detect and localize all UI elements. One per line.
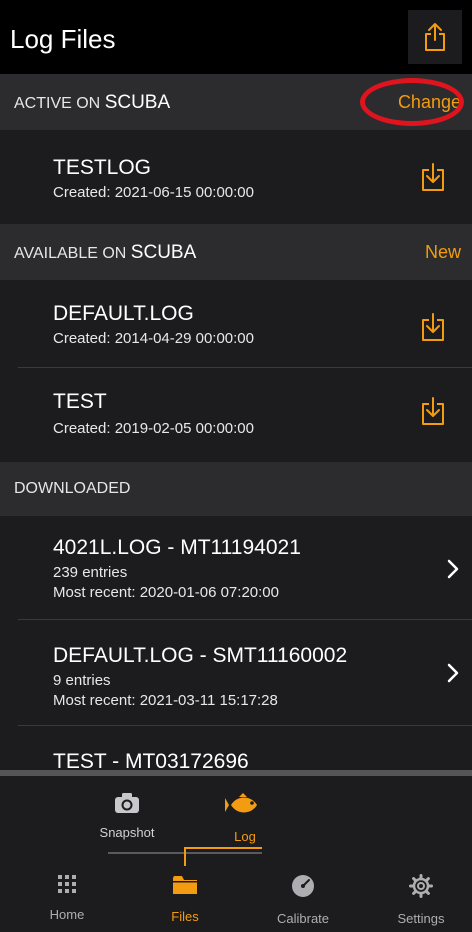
mode-log-label: Log — [234, 829, 256, 844]
downloaded-log-row[interactable]: DEFAULT.LOG - SMT11160002 9 entries Most… — [0, 620, 472, 726]
section-header-downloaded: DOWNLOADED — [0, 462, 472, 516]
tab-files-label: Files — [171, 909, 199, 924]
mode-connector — [184, 852, 186, 866]
tab-bar: Home Files Calibrate Settings — [0, 866, 472, 932]
section-title-downloaded: DOWNLOADED — [14, 480, 131, 497]
fish-icon — [223, 793, 257, 813]
mode-selector: Snapshot Log — [0, 776, 472, 866]
share-button[interactable] — [408, 10, 462, 64]
folder-icon — [173, 876, 197, 894]
log-name: TEST — [53, 390, 107, 413]
downloaded-log-row[interactable]: TEST - MT03172696 — [0, 726, 472, 776]
log-name: TESTLOG — [53, 156, 152, 179]
section-title-available: AVAILABLE ON SCUBA — [14, 242, 197, 263]
download-icon[interactable] — [420, 162, 446, 192]
tab-calibrate[interactable]: Calibrate — [258, 874, 348, 926]
log-created: Created: 2021-06-15 00:00:00 — [53, 184, 254, 201]
available-log-row[interactable]: TEST Created: 2019-02-05 00:00:00 — [0, 368, 472, 462]
nav-header: Log Files — [0, 0, 472, 74]
gear-icon — [409, 874, 433, 898]
log-name: DEFAULT.LOG - SMT11160002 — [53, 644, 348, 667]
tab-settings[interactable]: Settings — [376, 874, 466, 926]
mode-indicator — [184, 847, 262, 854]
log-most-recent: Most recent: 2020-01-06 07:20:00 — [53, 584, 279, 601]
mode-snapshot-label: Snapshot — [99, 825, 155, 840]
gauge-icon — [292, 875, 314, 897]
log-name: DEFAULT.LOG — [53, 302, 194, 325]
chevron-right-icon — [447, 663, 459, 683]
tab-settings-label: Settings — [397, 911, 445, 926]
section-title-active: ACTIVE ON SCUBA — [14, 92, 171, 113]
tab-files[interactable]: Files — [140, 874, 230, 924]
download-icon[interactable] — [420, 396, 446, 426]
camera-icon — [115, 793, 139, 813]
tab-calibrate-label: Calibrate — [276, 911, 330, 926]
section-header-active: ACTIVE ON SCUBA Change — [0, 74, 472, 130]
log-entries: 9 entries — [53, 672, 111, 689]
grid-icon — [58, 875, 76, 893]
log-created: Created: 2014-04-29 00:00:00 — [53, 330, 254, 347]
tab-home-label: Home — [49, 907, 85, 922]
mode-snapshot[interactable]: Snapshot — [77, 792, 177, 840]
new-button[interactable]: New — [425, 242, 461, 263]
change-button[interactable]: Change — [398, 92, 461, 113]
chevron-right-icon — [447, 559, 459, 579]
log-name: 4021L.LOG - MT11194021 — [53, 536, 301, 559]
share-icon — [425, 23, 445, 51]
active-log-row[interactable]: TESTLOG Created: 2021-06-15 00:00:00 — [0, 130, 472, 224]
tab-home[interactable]: Home — [22, 874, 112, 922]
page-title: Log Files — [10, 24, 116, 54]
log-created: Created: 2019-02-05 00:00:00 — [53, 420, 254, 437]
log-most-recent: Most recent: 2021-03-11 15:17:28 — [53, 692, 278, 709]
downloaded-log-row[interactable]: 4021L.LOG - MT11194021 239 entries Most … — [0, 516, 472, 620]
log-entries: 239 entries — [53, 564, 128, 581]
log-files-screen: Log Files ACTIVE ON SCUBA Change TESTLOG… — [0, 0, 472, 932]
available-log-row[interactable]: DEFAULT.LOG Created: 2014-04-29 00:00:00 — [0, 280, 472, 368]
download-icon[interactable] — [420, 312, 446, 342]
section-header-available: AVAILABLE ON SCUBA New — [0, 224, 472, 280]
mode-log[interactable]: Log — [195, 792, 295, 844]
